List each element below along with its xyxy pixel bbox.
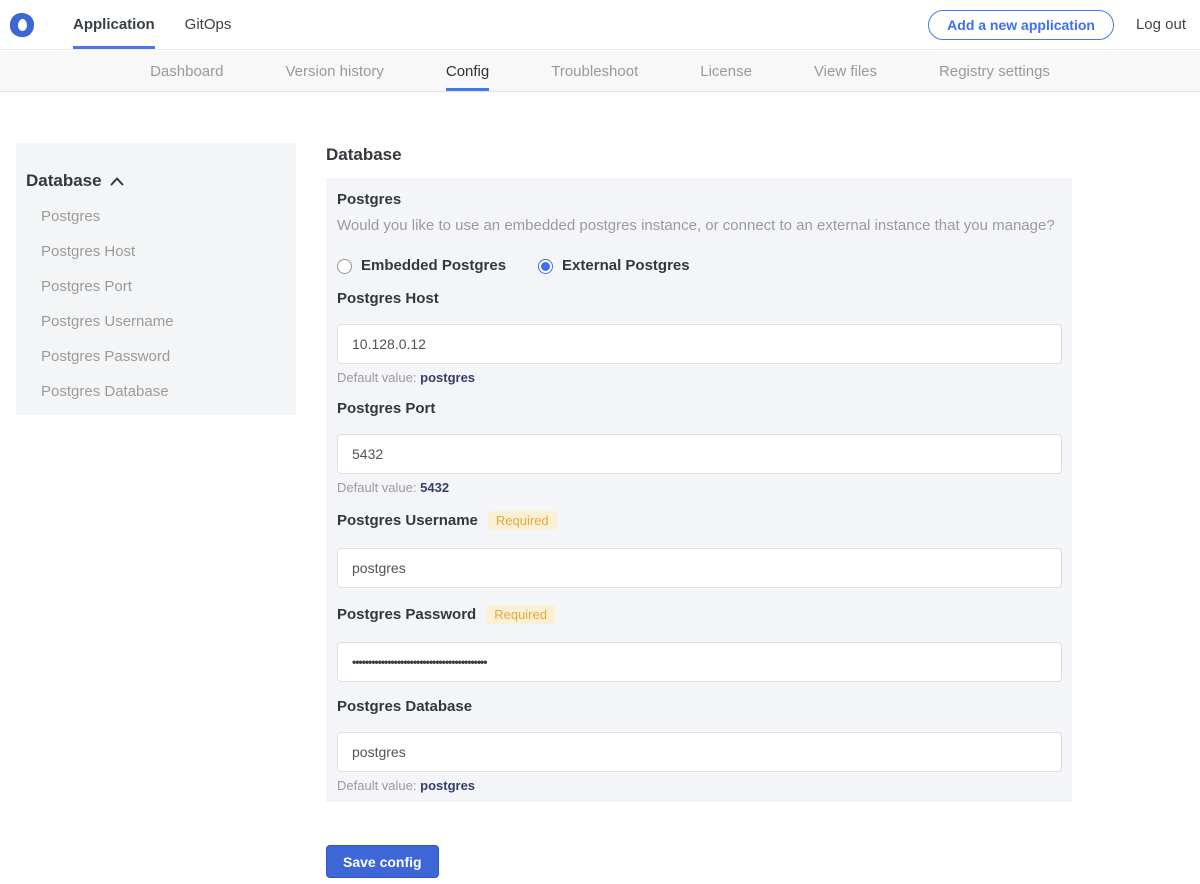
config-main: Database Postgres Would you like to use … (326, 146, 1072, 878)
app-subnav: Dashboard Version history Config Trouble… (0, 51, 1200, 92)
radio-embedded-postgres[interactable]: Embedded Postgres (337, 258, 506, 274)
field-label-postgres-username: Postgres Username (337, 512, 478, 529)
required-badge: Required (486, 605, 555, 624)
sidebar-item-postgres-database[interactable]: Postgres Database (41, 384, 286, 399)
radio-circle-embedded[interactable] (337, 258, 352, 274)
tab-gitops[interactable]: GitOps (185, 0, 232, 49)
postgres-port-input[interactable] (337, 434, 1062, 474)
sidebar-items: Postgres Postgres Host Postgres Port Pos… (26, 209, 286, 399)
sidebar-item-postgres-password[interactable]: Postgres Password (41, 349, 286, 364)
field-label-postgres-database: Postgres Database (337, 698, 473, 715)
chevron-up-icon (110, 177, 124, 186)
field-label-postgres-host: Postgres Host (337, 290, 439, 307)
config-group-panel: Postgres Would you like to use an embedd… (326, 178, 1072, 802)
postgres-database-input[interactable] (337, 732, 1062, 772)
subnav-troubleshoot[interactable]: Troubleshoot (551, 51, 638, 91)
sidebar-item-postgres-host[interactable]: Postgres Host (41, 244, 286, 259)
radio-label-external: External Postgres (562, 257, 690, 274)
app-logo-icon[interactable] (10, 12, 34, 37)
add-new-application-button[interactable]: Add a new application (928, 9, 1114, 40)
default-value-note-database: Default value: postgres (337, 778, 476, 793)
postgres-host-input[interactable] (337, 324, 1062, 364)
default-value-note-host: Default value: postgres (337, 370, 476, 385)
subnav-view-files[interactable]: View files (814, 51, 877, 91)
top-header: Application GitOps Add a new application… (0, 0, 1200, 50)
field-label-postgres-password: Postgres Password (337, 606, 477, 623)
subnav-registry-settings[interactable]: Registry settings (939, 51, 1050, 91)
sidebar-item-postgres[interactable]: Postgres (41, 209, 286, 224)
subnav-license[interactable]: License (700, 51, 752, 91)
radio-circle-external[interactable] (538, 258, 554, 274)
group-label: Postgres (337, 191, 402, 208)
field-label-postgres-port: Postgres Port (337, 400, 436, 417)
default-value-note-port: Default value: 5432 (337, 480, 450, 495)
header-right: Add a new application Log out (928, 9, 1200, 40)
header-tabs: Application GitOps (73, 0, 231, 49)
required-badge: Required (487, 511, 557, 530)
subnav-version-history[interactable]: Version history (285, 51, 383, 91)
postgres-password-input[interactable] (337, 642, 1062, 682)
tab-application[interactable]: Application (73, 0, 155, 49)
radio-label-embedded: Embedded Postgres (361, 257, 507, 274)
logout-button[interactable]: Log out (1136, 16, 1186, 33)
postgres-mode-radio-group: Embedded Postgres External Postgres (337, 258, 1060, 274)
sidebar-item-postgres-port[interactable]: Postgres Port (41, 279, 286, 294)
radio-external-postgres[interactable]: External Postgres (538, 258, 690, 274)
sidebar-group-database[interactable]: Database (26, 171, 286, 191)
postgres-username-input[interactable] (337, 548, 1062, 588)
subnav-dashboard[interactable]: Dashboard (150, 51, 223, 91)
sidebar-item-postgres-username[interactable]: Postgres Username (41, 314, 286, 329)
config-sidebar: Database Postgres Postgres Host Postgres… (16, 143, 296, 415)
save-config-button[interactable]: Save config (326, 845, 439, 878)
group-help-text: Would you like to use an embedded postgr… (337, 217, 1055, 234)
subnav-config[interactable]: Config (445, 51, 490, 91)
page-title: Database (326, 145, 402, 164)
sidebar-group-label: Database (26, 171, 102, 190)
